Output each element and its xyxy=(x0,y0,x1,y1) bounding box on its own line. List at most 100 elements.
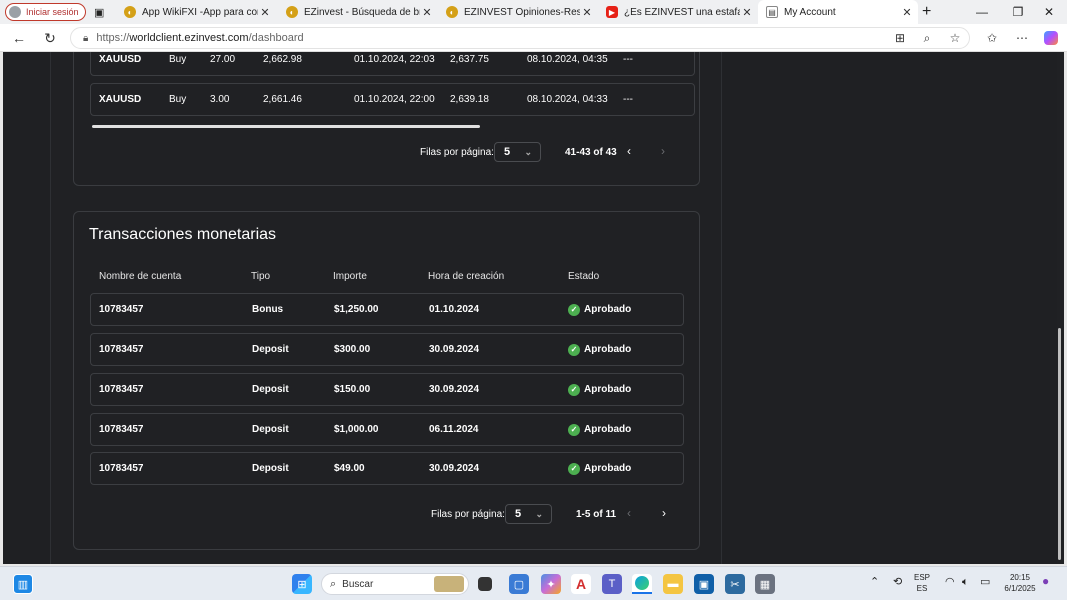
close-icon: ✕ xyxy=(1043,5,1055,19)
taskbar-search[interactable]: ⌕ Buscar xyxy=(321,573,469,595)
tab-actions-button[interactable]: ▣ xyxy=(88,0,112,24)
column-header-account: Nombre de cuenta xyxy=(99,271,182,282)
close-tab-icon[interactable]: ✕ xyxy=(258,6,272,19)
search-placeholder: Buscar xyxy=(342,578,374,590)
trade-close-time: 08.10.2024, 04:35 xyxy=(527,54,608,65)
table-row: XAUUSD Buy 3.00 2,661.46 01.10.2024, 22:… xyxy=(90,83,695,116)
tx-account: 10783457 xyxy=(99,384,144,395)
file-explorer-icon[interactable]: ▬ xyxy=(663,574,683,594)
trade-volume: 27.00 xyxy=(210,54,236,65)
zoom-button[interactable]: ⌕ xyxy=(917,28,937,48)
start-icon[interactable]: ⊞ xyxy=(292,574,312,594)
previous-page-button[interactable]: ‹ xyxy=(627,506,631,520)
previous-page-button[interactable]: ‹ xyxy=(627,144,631,158)
plus-icon: + xyxy=(922,3,932,20)
right-panel xyxy=(721,52,1057,564)
wikifx-favicon-icon: ◐ xyxy=(446,6,458,18)
check-circle-icon: ✓ xyxy=(568,423,580,436)
language-indicator[interactable]: ESP ES xyxy=(914,572,930,594)
calculator-icon[interactable]: ▦ xyxy=(755,574,775,594)
store-bag-icon[interactable]: ▣ xyxy=(694,574,714,594)
minimize-button[interactable]: — xyxy=(964,0,1000,24)
url-path: /dashboard xyxy=(248,32,304,44)
clock-time: 20:15 xyxy=(1009,573,1031,582)
tx-created: 30.09.2024 xyxy=(429,384,480,395)
next-page-button[interactable]: › xyxy=(662,506,666,520)
column-header-status: Estado xyxy=(568,271,600,282)
horizontal-scrollbar[interactable] xyxy=(92,125,480,128)
check-circle-icon: ✓ xyxy=(568,462,580,475)
task-view-icon[interactable] xyxy=(478,577,492,591)
chevron-up-icon[interactable]: ⌃ xyxy=(870,577,879,588)
tab-title: ¿Es EZINVEST una estafa? Invers xyxy=(624,6,740,18)
tab-wikifx-app[interactable]: ◐ App WikiFXI -App para consulta ✕ xyxy=(116,0,276,24)
tab-ezinvest-reviews[interactable]: ◐ EZINVEST Opiniones-Reseñas d ✕ xyxy=(438,0,598,24)
volume-icon[interactable]: 🔈︎ xyxy=(962,577,969,588)
rows-per-page-select[interactable]: 5 ⌄ xyxy=(505,504,552,524)
profile-button[interactable]: Iniciar sesión xyxy=(5,3,86,21)
trades-card: XAUUSD Buy 27.00 2,662.98 01.10.2024, 22… xyxy=(73,52,700,186)
address-bar-row: ← ↻ 🔒︎ https://worldclient.ezinvest.com /… xyxy=(0,24,1067,52)
tx-amount: $300.00 xyxy=(334,344,371,355)
trade-side: Buy xyxy=(169,94,187,105)
close-tab-icon[interactable]: ✕ xyxy=(900,6,914,19)
close-tab-icon[interactable]: ✕ xyxy=(580,6,594,19)
page-scrollbar[interactable] xyxy=(1058,328,1061,560)
tab-title: EZinvest - Búsqueda de bróker c xyxy=(304,6,420,18)
trade-extra: --- xyxy=(623,54,633,65)
sync-icon[interactable]: ⟲ xyxy=(893,577,902,588)
trade-open-price: 2,662.98 xyxy=(263,54,302,65)
trade-extra: --- xyxy=(623,94,633,105)
tab-my-account[interactable]: ▤ My Account ✕ xyxy=(758,0,918,24)
url-field[interactable]: 🔒︎ https://worldclient.ezinvest.com/dash… xyxy=(70,27,970,49)
zoom-icon: ⌕ xyxy=(923,30,931,45)
tab-title: App WikiFXI -App para consulta xyxy=(142,6,258,18)
close-window-button[interactable]: ✕ xyxy=(1031,0,1067,24)
edge-icon[interactable] xyxy=(632,574,652,594)
table-row: 10783457 Deposit $300.00 30.09.2024 ✓ Apr… xyxy=(90,333,684,366)
page-favicon-icon: ▤ xyxy=(766,6,778,18)
copilot-taskbar-icon[interactable]: ✦ xyxy=(541,574,561,594)
new-tab-button[interactable]: + xyxy=(922,0,944,24)
favorites-bar-button[interactable]: ✩ xyxy=(982,28,1002,48)
teams-icon[interactable]: T xyxy=(602,574,622,594)
back-button[interactable]: ← xyxy=(9,28,29,48)
column-header-amount: Importe xyxy=(333,271,367,282)
close-tab-icon[interactable]: ✕ xyxy=(420,6,434,19)
left-sidebar xyxy=(3,52,51,564)
table-row: XAUUSD Buy 27.00 2,662.98 01.10.2024, 22… xyxy=(90,52,695,76)
tx-amount: $1,250.00 xyxy=(334,304,379,315)
star-icon: ☆ xyxy=(949,31,961,45)
transactions-title: Transacciones monetarias xyxy=(89,226,277,243)
tx-account: 10783457 xyxy=(99,463,144,474)
favorite-button[interactable]: ☆ xyxy=(945,28,965,48)
widgets-icon[interactable]: ▥ xyxy=(13,574,33,594)
tx-type: Deposit xyxy=(252,384,289,395)
reload-button[interactable]: ↻ xyxy=(40,28,60,48)
column-header-created: Hora de creación xyxy=(428,271,505,282)
settings-menu-button[interactable]: ⋯ xyxy=(1012,28,1032,48)
search-highlight-icon xyxy=(434,576,464,592)
tab-ezinvest-scam[interactable]: ▶ ¿Es EZINVEST una estafa? Invers ✕ xyxy=(598,0,758,24)
trade-close-price: 2,637.75 xyxy=(450,54,489,65)
reader-view-button[interactable]: ⊞ xyxy=(890,28,910,48)
acrobat-icon[interactable]: A xyxy=(571,574,591,594)
close-tab-icon[interactable]: ✕ xyxy=(740,6,754,19)
notification-bell-icon[interactable]: ● xyxy=(1042,575,1049,587)
store-icon[interactable]: ▢ xyxy=(509,574,529,594)
tx-type: Deposit xyxy=(252,424,289,435)
clock[interactable]: 20:15 6/1/2025 xyxy=(1000,572,1040,594)
next-page-button[interactable]: › xyxy=(661,144,665,158)
copilot-button[interactable] xyxy=(1041,28,1061,48)
tab-ezinvest-search[interactable]: ◐ EZinvest - Búsqueda de bróker c ✕ xyxy=(278,0,438,24)
wikifx-favicon-icon: ◐ xyxy=(286,6,298,18)
clock-date: 6/1/2025 xyxy=(1004,584,1036,593)
tx-status: Aprobado xyxy=(584,424,632,435)
url-scheme: https:// xyxy=(96,32,130,44)
reload-icon: ↻ xyxy=(44,29,56,46)
battery-icon[interactable]: ▭ xyxy=(980,577,990,588)
snipping-tool-icon[interactable]: ✂ xyxy=(725,574,745,594)
wifi-icon[interactable]: ◠ xyxy=(945,577,955,588)
rows-per-page-select[interactable]: 5 ⌄ xyxy=(494,142,541,162)
reader-icon: ⊞ xyxy=(894,31,906,45)
